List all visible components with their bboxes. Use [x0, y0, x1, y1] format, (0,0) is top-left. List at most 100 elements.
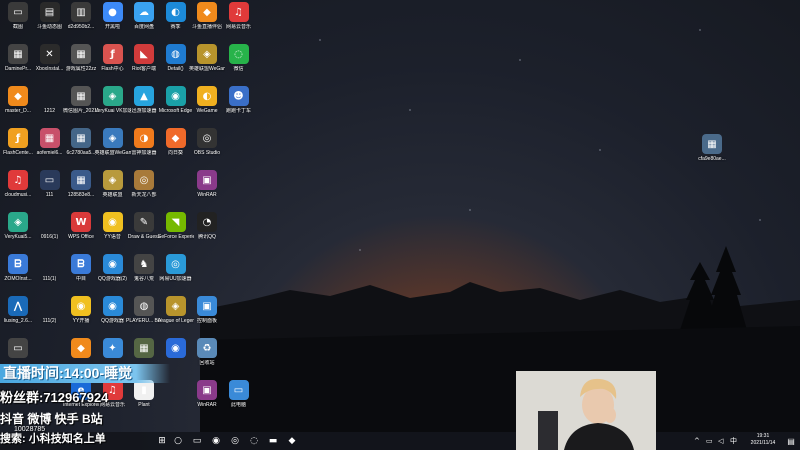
file-thumbnail-icon: ▦ — [702, 134, 722, 154]
desktop-icon[interactable]: ◈英雄联盟WeGame版 — [189, 44, 225, 82]
app-icon: ▦ — [71, 44, 91, 64]
desktop-icon[interactable]: ◎ 新天龙八部 — [128, 170, 160, 208]
desktop-icon[interactable]: ◣ Riot客户端 — [128, 44, 160, 82]
desktop-icon[interactable]: ▦ 游戏属性22zz — [65, 44, 97, 82]
desktop-icon[interactable]: 111(2) — [34, 296, 66, 334]
windows-start-icon: ⊞ — [158, 436, 166, 446]
desktop-icon[interactable]: ▦ 6c2780aa5... — [65, 128, 97, 166]
desktop-icon[interactable]: ▭ 111 — [34, 170, 66, 208]
wechat-icon[interactable]: ◌ — [246, 433, 262, 449]
stream-schedule-banner: 直播时间:14:00-睡觉 — [0, 364, 170, 383]
desktop-icon[interactable]: ◈ 英雄联盟 — [97, 170, 129, 208]
desktop-icon[interactable]: ◍PLAYERU... BATTLEGR... — [126, 296, 162, 334]
desktop-icon[interactable]: ▦微信图片_2021117... — [63, 86, 99, 124]
app-icon — [40, 254, 60, 274]
desktop-icon[interactable]: ◆ 向日葵 — [160, 128, 192, 166]
desktop-icon[interactable]: ◎ 网易UU加速器 — [159, 254, 192, 292]
desktop-icon[interactable]: ◐ 赛季 — [160, 2, 192, 40]
desktop-icon-label: 网易云音乐 — [225, 24, 251, 30]
desktop-icon[interactable]: ♫ cloudmusi... — [2, 170, 34, 208]
desktop-icon[interactable]: ▦ DaminePr... — [2, 44, 34, 82]
taskbar-clock[interactable]: 19:31 2021/11/14 — [744, 433, 782, 449]
desktop-icon[interactable]: ◈VeryKuai VK加速器 — [95, 86, 131, 124]
network-icon[interactable]: ▭ — [706, 434, 713, 448]
desktop-icon[interactable]: ◍ Detail() — [160, 44, 192, 82]
desktop-icon[interactable]: W WPS Office — [65, 212, 97, 250]
desktop-icon-label: 回收站 — [199, 360, 215, 366]
desktop-icon[interactable]: ♻ 回收站 — [191, 338, 223, 376]
yy-icon[interactable]: ◎ — [227, 433, 243, 449]
desktop-icon[interactable]: ▲ 迅游加速器 — [128, 86, 160, 124]
desktop-icon[interactable]: ◉ QQ游戏器 — [97, 296, 129, 334]
desktop-icon[interactable]: ♫ 网易云音乐 — [223, 2, 255, 40]
explorer-icon[interactable]: ▬ — [265, 433, 281, 449]
app-icon: ◎ — [165, 254, 186, 274]
desktop-icon[interactable]: ◎ OBS Studio — [191, 128, 223, 166]
desktop-icon[interactable]: ◉ QQ游戏器(2) — [97, 254, 129, 292]
desktop-icon-label: 此电脑 — [230, 402, 246, 408]
desktop-icon[interactable]: ☁ 百度网盘 — [128, 2, 160, 40]
desktop-icon[interactable]: ◔ 腾讯QQ — [191, 212, 223, 250]
start-button[interactable]: ⊞ — [154, 433, 170, 449]
desktop-icon[interactable]: ◉ Microsoft Edge — [159, 86, 192, 124]
app-icon: ▲ — [134, 86, 154, 106]
desktop-icon-label: cfa9e80ae... — [698, 156, 726, 162]
desktop-icon[interactable]: ◆ master_D... — [2, 86, 34, 124]
desktop-icon[interactable]: 1212 — [34, 86, 66, 124]
app-icon: ▣ — [197, 296, 217, 316]
app-icon: ♻ — [197, 338, 217, 358]
search-hint-text: 搜索: 小科技知名上单 — [0, 433, 106, 445]
task-view-icon[interactable]: ▭ — [189, 433, 205, 449]
desktop-icon[interactable]: ☻ 跑跑卡丁车 — [223, 86, 255, 124]
desktop-icon[interactable]: 0916(1) — [34, 212, 66, 250]
desktop-icon[interactable]: ƒ Flash中心 — [97, 44, 129, 82]
desktop-icon[interactable]: ▥ d2d950b2... — [65, 2, 97, 40]
ime-icon[interactable]: 中 — [730, 434, 737, 448]
volume-icon[interactable]: ◁ — [718, 434, 723, 448]
desktop-icon[interactable]: ◥GeForce Experience — [158, 212, 194, 250]
desktop-icon[interactable]: ▦ 128583e8... — [65, 170, 97, 208]
clock-time: 19:31 — [756, 433, 770, 439]
edge-icon[interactable]: ◉ — [208, 433, 224, 449]
desktop-icon[interactable]: ▤ 斗鱼动态图 — [34, 2, 66, 40]
app-icon: ◐ — [165, 2, 186, 22]
desktop-icon[interactable]: ● 开黑啦 — [97, 2, 129, 40]
desktop-icon[interactable]: ◐ WeGame — [191, 86, 223, 124]
desktop-icon[interactable]: ◉ YY开播 — [65, 296, 97, 334]
search-icon[interactable]: ○ — [170, 433, 186, 449]
desktop-icon[interactable]: ◑ 雷神加速器 — [128, 128, 160, 166]
chevron-up-icon: ^ — [694, 437, 700, 445]
desktop-icon[interactable]: ▣ WinRAR — [191, 170, 223, 208]
app-icon: ◉ — [102, 212, 123, 232]
desktop-icon[interactable]: ◈League of Legends — [158, 296, 194, 334]
desktop-icon[interactable]: ▣ WinRAR — [191, 380, 223, 418]
desktop-icon[interactable]: ✎ Draw & Guess — [128, 212, 160, 250]
notification-center-button[interactable]: ▤ — [786, 434, 796, 448]
desktop-icon[interactable]: ◆ 斗鱼直播伴侣 — [191, 2, 223, 40]
desktop-icon[interactable]: ◈英雄联盟WeGame版 — [95, 128, 131, 166]
desktop-icon[interactable]: ◉ YY语音 — [97, 212, 129, 250]
desktop-icon[interactable]: ▭ 此电脑 — [223, 380, 255, 418]
desktop-icon[interactable]: ƒ FlashCente... — [2, 128, 34, 166]
desktop-icon[interactable]: ▭ 截图 — [2, 2, 34, 40]
app-icon: ▥ — [71, 2, 91, 22]
app-icon: ✕ — [39, 44, 60, 64]
desktop-icon[interactable]: ⋀ liusing_2.6... — [2, 296, 34, 334]
desktop-icon[interactable]: ᗷ 中目 — [65, 254, 97, 292]
desktop-icon[interactable]: ◈ VeryKuai5... — [2, 212, 34, 250]
desktop-icon[interactable]: 111(1) — [34, 254, 66, 292]
app-icon: ◉ — [71, 296, 91, 316]
desktop-icon-label: WinRAR — [197, 192, 217, 198]
desktop-icon[interactable]: ◌ 微信 — [223, 44, 255, 82]
desktop-icon-file[interactable]: ▦ cfa9e80ae... — [696, 134, 728, 172]
app-icon: ✦ — [102, 338, 123, 358]
app-icon: ♞ — [134, 254, 154, 274]
desktop-icon[interactable]: ▦ aofemiel6... — [34, 128, 66, 166]
desktop-icon[interactable]: ✕ XboxInstal... — [34, 44, 66, 82]
desktop-icon[interactable]: ᗷ ZOMOInst... — [2, 254, 34, 292]
douyu-icon[interactable]: ◆ — [284, 433, 300, 449]
desktop-icon-label: 腾讯QQ — [198, 234, 216, 240]
tray-overflow-button[interactable]: ^ — [694, 434, 700, 448]
desktop-icon[interactable]: ♞ 鬼谷八荒 — [128, 254, 160, 292]
desktop-icon[interactable]: ▣ 控制面板 — [191, 296, 223, 334]
